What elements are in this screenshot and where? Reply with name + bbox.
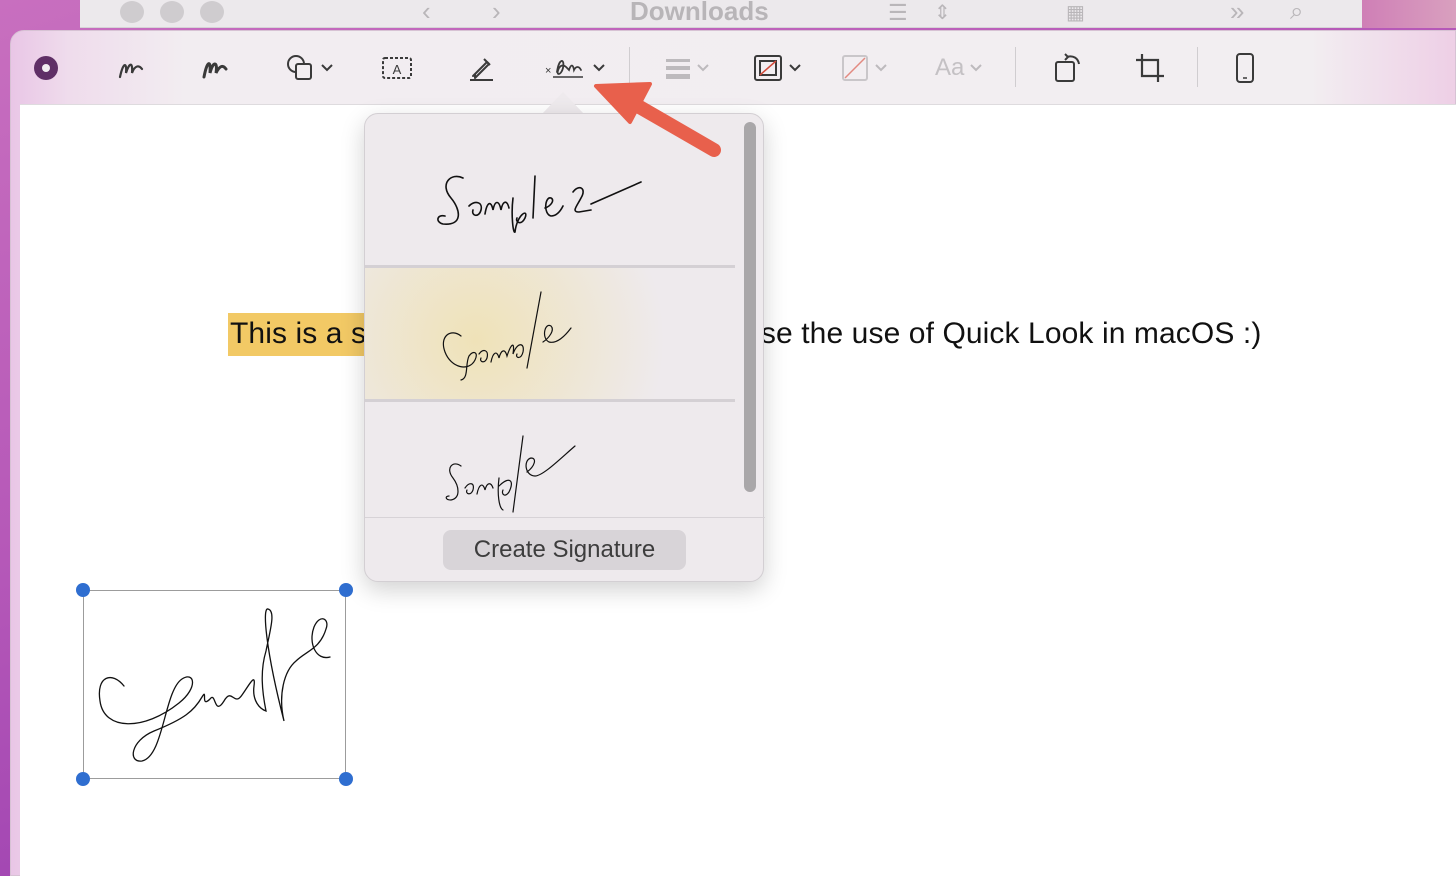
zoom-window-button[interactable]: [200, 1, 224, 23]
svg-text:A: A: [393, 62, 402, 77]
rotate-button[interactable]: [1053, 53, 1083, 83]
device-button[interactable]: [1235, 53, 1255, 83]
chevron-down-icon: [697, 64, 709, 72]
body-text: ase the use of Quick Look in macOS :): [744, 317, 1262, 350]
sketch-icon: [118, 63, 144, 79]
resize-handle-top-left[interactable]: [76, 583, 90, 597]
resize-handle-bottom-left[interactable]: [76, 772, 90, 786]
more-chevron-icon[interactable]: »: [1230, 0, 1244, 27]
finder-window-title: Downloads: [630, 0, 769, 26]
crop-icon: [1136, 54, 1164, 82]
line-style-icon: [666, 59, 690, 79]
markup-circle-icon: [34, 56, 58, 80]
font-style-label: Aa: [935, 54, 965, 81]
signature-option-sample[interactable]: [365, 268, 735, 399]
grid-view-icon[interactable]: ▦: [1066, 0, 1085, 25]
toolbar-divider: [1015, 47, 1016, 87]
annotation-arrow: [594, 82, 721, 157]
markup-toggle-button[interactable]: [33, 53, 59, 83]
forward-icon[interactable]: ›: [492, 0, 501, 27]
highlighted-text: This is a s: [228, 313, 369, 356]
draw-icon: [202, 62, 228, 79]
chevron-down-icon: [321, 64, 333, 72]
resize-handle-bottom-right[interactable]: [339, 772, 353, 786]
back-icon[interactable]: ‹: [422, 0, 431, 27]
close-window-button[interactable]: [120, 1, 144, 23]
signature-image: [98, 608, 331, 762]
popover-pointer: [542, 92, 584, 114]
shapes-icon: [287, 55, 312, 80]
signature-sample-image: [442, 291, 572, 381]
list-view-icon[interactable]: ☰: [888, 0, 908, 26]
pen-icon: [470, 58, 493, 81]
minimize-window-button[interactable]: [160, 1, 184, 23]
search-icon[interactable]: ⌕: [1290, 0, 1303, 26]
text-box-icon: A: [382, 57, 412, 79]
text-style-menu-button[interactable]: Aa: [935, 53, 983, 83]
signature-option-sample-alt[interactable]: [365, 402, 735, 517]
chevron-down-icon: [593, 64, 605, 72]
finder-toolbar: ‹ › Downloads ☰ ⇕ ▦ » ⌕: [80, 0, 1362, 28]
create-signature-button[interactable]: Create Signature: [443, 530, 686, 570]
iphone-icon: [1236, 53, 1254, 83]
sketch-tool-button[interactable]: [117, 53, 145, 83]
popover-scrollbar[interactable]: [744, 122, 756, 492]
resize-handle-top-right[interactable]: [339, 583, 353, 597]
signature-icon: ×: [545, 60, 583, 78]
chevron-down-icon: [875, 64, 887, 72]
border-color-icon: [754, 55, 782, 81]
toolbar-divider: [1197, 47, 1198, 87]
markup-toolbar: A × Aa: [11, 31, 1455, 105]
fill-color-icon: [842, 55, 868, 81]
shapes-menu-button[interactable]: [285, 53, 333, 83]
sort-chevrons-icon[interactable]: ⇕: [934, 0, 951, 25]
svg-text:×: ×: [545, 65, 551, 77]
rotate-icon: [1055, 53, 1080, 82]
highlight-tool-button[interactable]: [467, 53, 495, 83]
chevron-down-icon: [789, 64, 801, 72]
signature-sample-alt-image: [445, 435, 576, 513]
fill-color-menu-button[interactable]: [841, 53, 887, 83]
desktop-background: [1362, 0, 1456, 28]
text-box-button[interactable]: A: [381, 53, 413, 83]
crop-button[interactable]: [1135, 53, 1165, 83]
chevron-down-icon: [970, 64, 983, 72]
popover-footer-divider: [365, 517, 765, 518]
placed-signature[interactable]: [83, 590, 346, 779]
draw-tool-button[interactable]: [201, 53, 229, 83]
border-color-menu-button[interactable]: [753, 53, 801, 83]
signature-popover: Create Signature: [364, 113, 765, 582]
